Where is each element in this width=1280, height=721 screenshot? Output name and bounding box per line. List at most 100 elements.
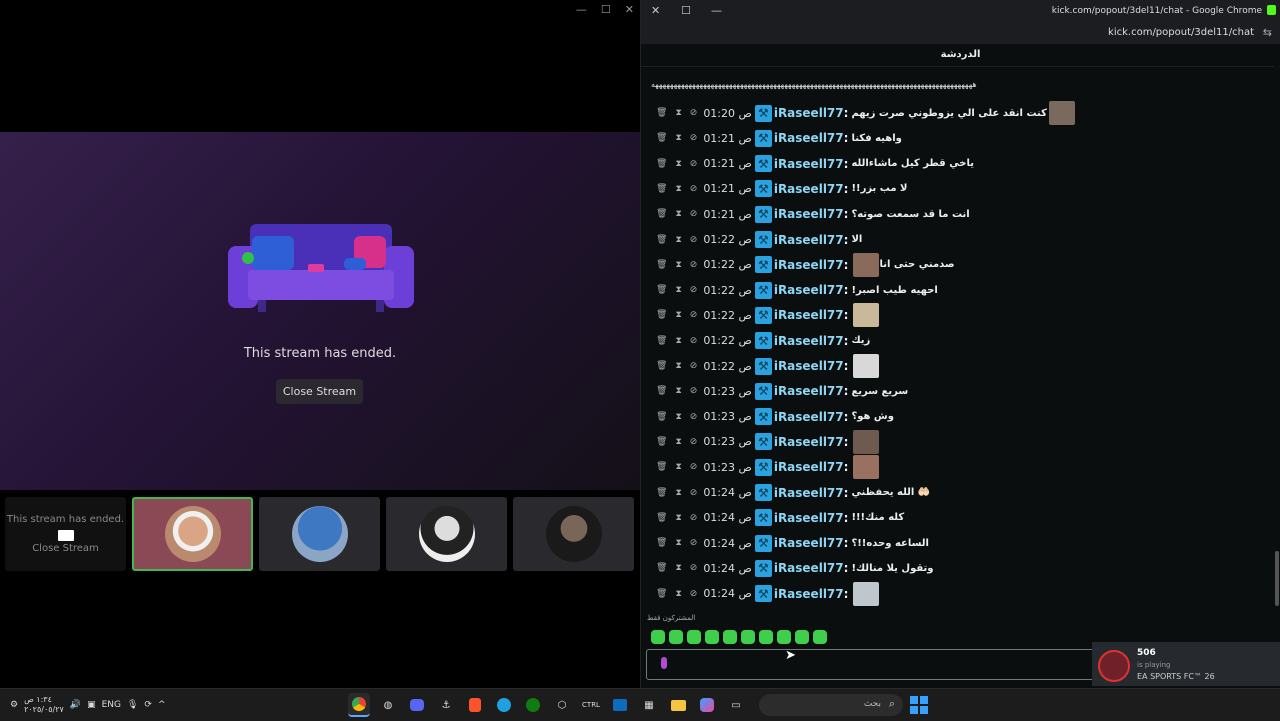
ban-icon[interactable]: ⊘: [690, 412, 698, 422]
thumbnail-ended-stream[interactable]: This stream has ended. Close Stream: [5, 497, 126, 571]
ban-icon[interactable]: ⊘: [690, 260, 698, 270]
ban-icon[interactable]: ⊘: [690, 108, 698, 118]
timeout-icon[interactable]: ⧗: [675, 563, 681, 573]
edge-icon[interactable]: [493, 694, 515, 716]
quick-emote[interactable]: [741, 630, 755, 644]
timeout-icon[interactable]: ⧗: [675, 310, 681, 320]
timeout-icon[interactable]: ⧗: [675, 538, 681, 548]
message-username[interactable]: iRaseell77: [774, 258, 844, 272]
task-view-icon[interactable]: ▭: [725, 694, 747, 716]
message-username[interactable]: iRaseell77: [774, 410, 844, 424]
timeout-icon[interactable]: ⧗: [675, 108, 681, 118]
quick-emote[interactable]: [669, 630, 683, 644]
message-username[interactable]: iRaseell77: [774, 207, 844, 221]
message-username[interactable]: iRaseell77: [774, 157, 844, 171]
timeout-icon[interactable]: ⧗: [675, 133, 681, 143]
delete-icon[interactable]: 🗑: [656, 260, 667, 270]
chat-emote[interactable]: [853, 354, 880, 378]
ban-icon[interactable]: ⊘: [690, 133, 698, 143]
clock[interactable]: ١:٣٤ ص ٢٠٢٥/٠٥/٢٧: [24, 695, 64, 715]
brave-icon[interactable]: [464, 694, 486, 716]
thumbnail-participant-2[interactable]: [259, 497, 380, 571]
quick-emote[interactable]: [777, 630, 791, 644]
delete-icon[interactable]: 🗑: [656, 437, 667, 447]
thumbnail-close-stream[interactable]: Close Stream: [32, 543, 99, 554]
ctrl-app-icon[interactable]: CTRL: [580, 694, 602, 716]
message-username[interactable]: iRaseell77: [774, 106, 844, 120]
chat-emote[interactable]: [853, 303, 880, 328]
maximize-icon[interactable]: ☐: [601, 3, 611, 16]
gear-app-icon[interactable]: ⬡: [551, 694, 573, 716]
store-icon[interactable]: ▦: [638, 694, 660, 716]
settings-icon[interactable]: ⚙: [10, 700, 18, 710]
thumbnail-participant-1[interactable]: [132, 497, 253, 571]
chat-emote[interactable]: [853, 429, 880, 454]
timeout-icon[interactable]: ⧗: [675, 589, 681, 599]
message-username[interactable]: iRaseell77: [774, 233, 844, 247]
delete-icon[interactable]: 🗑: [656, 563, 667, 573]
delete-icon[interactable]: 🗑: [656, 386, 667, 396]
ban-icon[interactable]: ⊘: [690, 336, 698, 346]
minimize-icon[interactable]: —: [711, 4, 722, 17]
quick-emote[interactable]: [651, 630, 665, 644]
delete-icon[interactable]: 🗑: [656, 538, 667, 548]
timeout-icon[interactable]: ⧗: [675, 386, 681, 396]
message-username[interactable]: iRaseell77: [774, 536, 844, 550]
chrome-app-icon[interactable]: [348, 693, 370, 717]
chat-scrollbar[interactable]: [1275, 66, 1279, 611]
delete-icon[interactable]: 🗑: [656, 108, 667, 118]
minimize-icon[interactable]: —: [576, 3, 587, 16]
maximize-icon[interactable]: ☐: [681, 4, 691, 17]
delete-icon[interactable]: 🗑: [656, 285, 667, 295]
mic-icon[interactable]: [661, 657, 667, 669]
delete-icon[interactable]: 🗑: [656, 488, 667, 498]
delete-icon[interactable]: 🗑: [656, 361, 667, 371]
language-indicator[interactable]: ENG: [102, 700, 121, 710]
chat-emote[interactable]: [853, 455, 880, 480]
delete-icon[interactable]: 🗑: [656, 184, 667, 194]
timeout-icon[interactable]: ⧗: [675, 488, 681, 498]
chevron-up-icon[interactable]: ^: [158, 700, 166, 710]
message-username[interactable]: iRaseell77: [774, 587, 844, 601]
network-icon[interactable]: ▣: [87, 700, 96, 710]
close-icon[interactable]: ✕: [625, 3, 634, 16]
message-username[interactable]: iRaseell77: [774, 384, 844, 398]
message-username[interactable]: iRaseell77: [774, 182, 844, 196]
taskbar-search[interactable]: بحث ⌕: [759, 694, 903, 716]
copilot-icon[interactable]: [696, 694, 718, 716]
message-username[interactable]: iRaseell77: [774, 511, 844, 525]
message-username[interactable]: iRaseell77: [774, 334, 844, 348]
microphone-icon[interactable]: 🎙: [127, 700, 138, 710]
chat-emote[interactable]: [1048, 101, 1075, 125]
steam-icon[interactable]: ⚓: [435, 694, 457, 716]
discord-icon[interactable]: [406, 694, 428, 716]
volume-icon[interactable]: 🔊: [70, 700, 81, 710]
ban-icon[interactable]: ⊘: [690, 437, 698, 447]
timeout-icon[interactable]: ⧗: [675, 437, 681, 447]
delete-icon[interactable]: 🗑: [656, 412, 667, 422]
ban-icon[interactable]: ⊘: [690, 235, 698, 245]
message-username[interactable]: iRaseell77: [774, 435, 844, 449]
file-explorer-icon[interactable]: [667, 694, 689, 716]
quick-emote[interactable]: [795, 630, 809, 644]
timeout-icon[interactable]: ⧗: [675, 513, 681, 523]
delete-icon[interactable]: 🗑: [656, 310, 667, 320]
ban-icon[interactable]: ⊘: [690, 513, 698, 523]
message-username[interactable]: iRaseell77: [774, 359, 844, 373]
timeout-icon[interactable]: ⧗: [675, 184, 681, 194]
ban-icon[interactable]: ⊘: [690, 488, 698, 498]
message-username[interactable]: iRaseell77: [774, 486, 844, 500]
timeout-icon[interactable]: ⧗: [675, 260, 681, 270]
timeout-icon[interactable]: ⧗: [675, 462, 681, 472]
quick-emote[interactable]: [687, 630, 701, 644]
ban-icon[interactable]: ⊘: [690, 589, 698, 599]
ban-icon[interactable]: ⊘: [690, 285, 698, 295]
ban-icon[interactable]: ⊘: [690, 462, 698, 472]
ban-icon[interactable]: ⊘: [690, 563, 698, 573]
sync-icon[interactable]: ⟳: [144, 700, 152, 710]
timeout-icon[interactable]: ⧗: [675, 285, 681, 295]
timeout-icon[interactable]: ⧗: [675, 412, 681, 422]
delete-icon[interactable]: 🗑: [656, 462, 667, 472]
timeout-icon[interactable]: ⧗: [675, 209, 681, 219]
ban-icon[interactable]: ⊘: [690, 386, 698, 396]
